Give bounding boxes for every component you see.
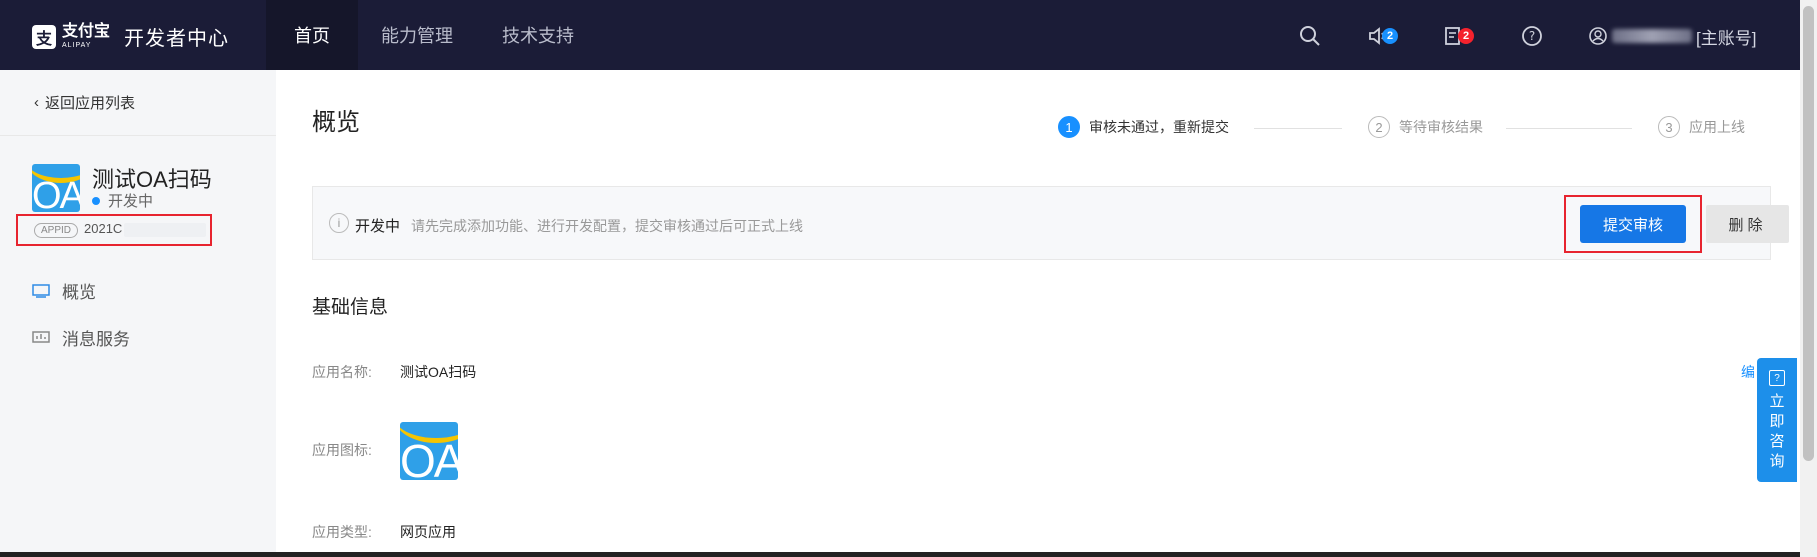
nav-home[interactable]: 首页 [266, 0, 358, 70]
appid-tag: APPID [34, 223, 79, 238]
logo-cn-text: 支付宝 [62, 23, 111, 40]
account-menu[interactable]: [主账号] [1588, 22, 1756, 50]
section-title: 基础信息 [312, 297, 389, 318]
speaker-icon[interactable]: 2 [1364, 22, 1398, 50]
page-title: 概览 [312, 109, 360, 136]
step-3-number: 3 [1658, 116, 1680, 138]
app-icon-label: 应用图标: [312, 442, 372, 458]
question-icon: ? [1769, 370, 1785, 386]
step-3-label: 应用上线 [1689, 119, 1745, 135]
sidebar: ‹ 返回应用列表 OA 测试OA扫码 开发中 APPID 2021C 概览 消息… [0, 70, 276, 557]
logo-en-text: ALIPAY [62, 42, 92, 49]
back-label: 返回应用列表 [45, 95, 136, 112]
app-name-label: 应用名称: [312, 364, 372, 380]
app-name-value: 测试OA扫码 [400, 364, 477, 380]
app-status-text: 开发中 [108, 193, 154, 210]
scrollbar-thumb[interactable] [1803, 6, 1814, 461]
window-bottom-edge [0, 552, 1800, 557]
step-connector [1254, 128, 1342, 129]
notice-text: 请先完成添加功能、进行开发配置，提交审核通过后可正式上线 [411, 218, 803, 234]
app-icon: OA [32, 164, 80, 212]
help-icon[interactable]: ? [1518, 22, 1546, 50]
sidebar-divider [0, 135, 276, 136]
app-type-value: 网页应用 [400, 524, 456, 540]
app-type-label: 应用类型: [312, 524, 372, 540]
step-1: 1 审核未通过，重新提交 [1058, 116, 1229, 138]
info-icon: i [329, 213, 349, 233]
alipay-logo[interactable]: 支 支付宝 ALIPAY 开发者中心 [32, 22, 229, 51]
review-steps: 1 审核未通过，重新提交 2 等待审核结果 3 应用上线 [1058, 116, 1770, 140]
sidebar-item-label: 概览 [62, 283, 96, 302]
step-2-label: 等待审核结果 [1399, 119, 1483, 135]
appid-highlight-box: APPID 2021C [16, 214, 212, 246]
notification-badge: 2 [1382, 28, 1398, 44]
nav-support[interactable]: 技术支持 [474, 0, 602, 70]
edit-link[interactable]: 编 [1741, 362, 1755, 382]
sidebar-item-message-service[interactable]: 消息服务 [32, 325, 130, 350]
search-icon[interactable] [1296, 22, 1324, 50]
notice-status: 开发中 [355, 218, 401, 235]
app-status: 开发中 [92, 190, 153, 211]
step-1-number: 1 [1058, 116, 1080, 138]
delete-button[interactable]: 删除 [1706, 205, 1789, 243]
step-2: 2 等待审核结果 [1368, 116, 1483, 138]
consult-label: 立即咨询 [1769, 393, 1785, 470]
task-list-icon[interactable]: 2 [1440, 22, 1474, 50]
status-notice: i 开发中 请先完成添加功能、进行开发配置，提交审核通过后可正式上线 提交审核 … [312, 186, 1789, 260]
account-name-redacted [1612, 29, 1692, 43]
back-to-app-list[interactable]: ‹ 返回应用列表 [34, 92, 135, 113]
step-3: 3 应用上线 [1658, 116, 1745, 138]
sidebar-item-overview[interactable]: 概览 [32, 278, 96, 303]
account-type: [主账号] [1696, 28, 1757, 48]
main-content: 概览 1 审核未通过，重新提交 2 等待审核结果 3 应用上线 i 开发中 请先… [276, 70, 1800, 557]
page-scrollbar[interactable] [1800, 0, 1817, 557]
task-badge: 2 [1458, 28, 1474, 44]
top-navbar: 支 支付宝 ALIPAY 开发者中心 首页 能力管理 技术支持 2 2 ? [主… [0, 0, 1800, 70]
consult-now-button[interactable]: ? 立即咨询 [1757, 358, 1797, 482]
submit-review-button[interactable]: 提交审核 [1580, 205, 1686, 243]
step-2-number: 2 [1368, 116, 1390, 138]
monitor-icon [32, 283, 50, 298]
alipay-logo-icon: 支 [32, 24, 56, 49]
sidebar-item-label: 消息服务 [62, 330, 130, 349]
svg-text:?: ? [1529, 29, 1535, 43]
chevron-left-icon: ‹ [34, 94, 39, 111]
status-dot-icon [92, 196, 100, 205]
site-title: 开发者中心 [124, 28, 230, 50]
app-icon-preview: OA [400, 422, 458, 480]
step-connector [1506, 128, 1632, 129]
nav-capability[interactable]: 能力管理 [353, 0, 481, 70]
step-1-label: 审核未通过，重新提交 [1089, 119, 1229, 135]
chart-icon [32, 330, 50, 343]
user-icon [1589, 27, 1607, 45]
appid-value: 2021C [84, 221, 123, 236]
appid-redacted [124, 223, 206, 237]
